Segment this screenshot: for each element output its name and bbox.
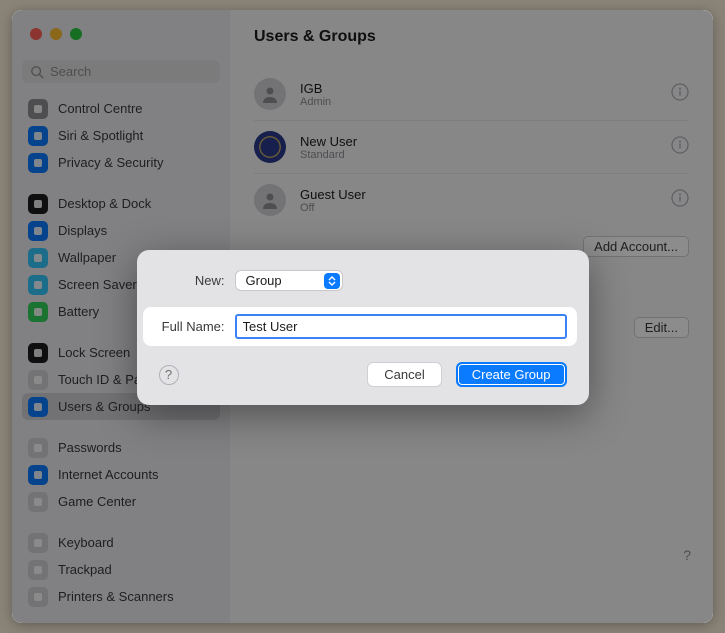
account-type-select[interactable]: Group bbox=[235, 270, 343, 291]
fullname-input[interactable] bbox=[235, 314, 567, 339]
new-type-label: New: bbox=[159, 273, 235, 288]
fullname-label: Full Name: bbox=[153, 319, 235, 334]
new-user-modal: New: Group Full Name: ? Cancel Create Gr… bbox=[137, 250, 589, 405]
modal-help-button[interactable]: ? bbox=[159, 365, 179, 385]
cancel-button[interactable]: Cancel bbox=[367, 362, 441, 387]
create-group-button[interactable]: Create Group bbox=[456, 362, 567, 387]
chevron-updown-icon bbox=[324, 273, 340, 289]
